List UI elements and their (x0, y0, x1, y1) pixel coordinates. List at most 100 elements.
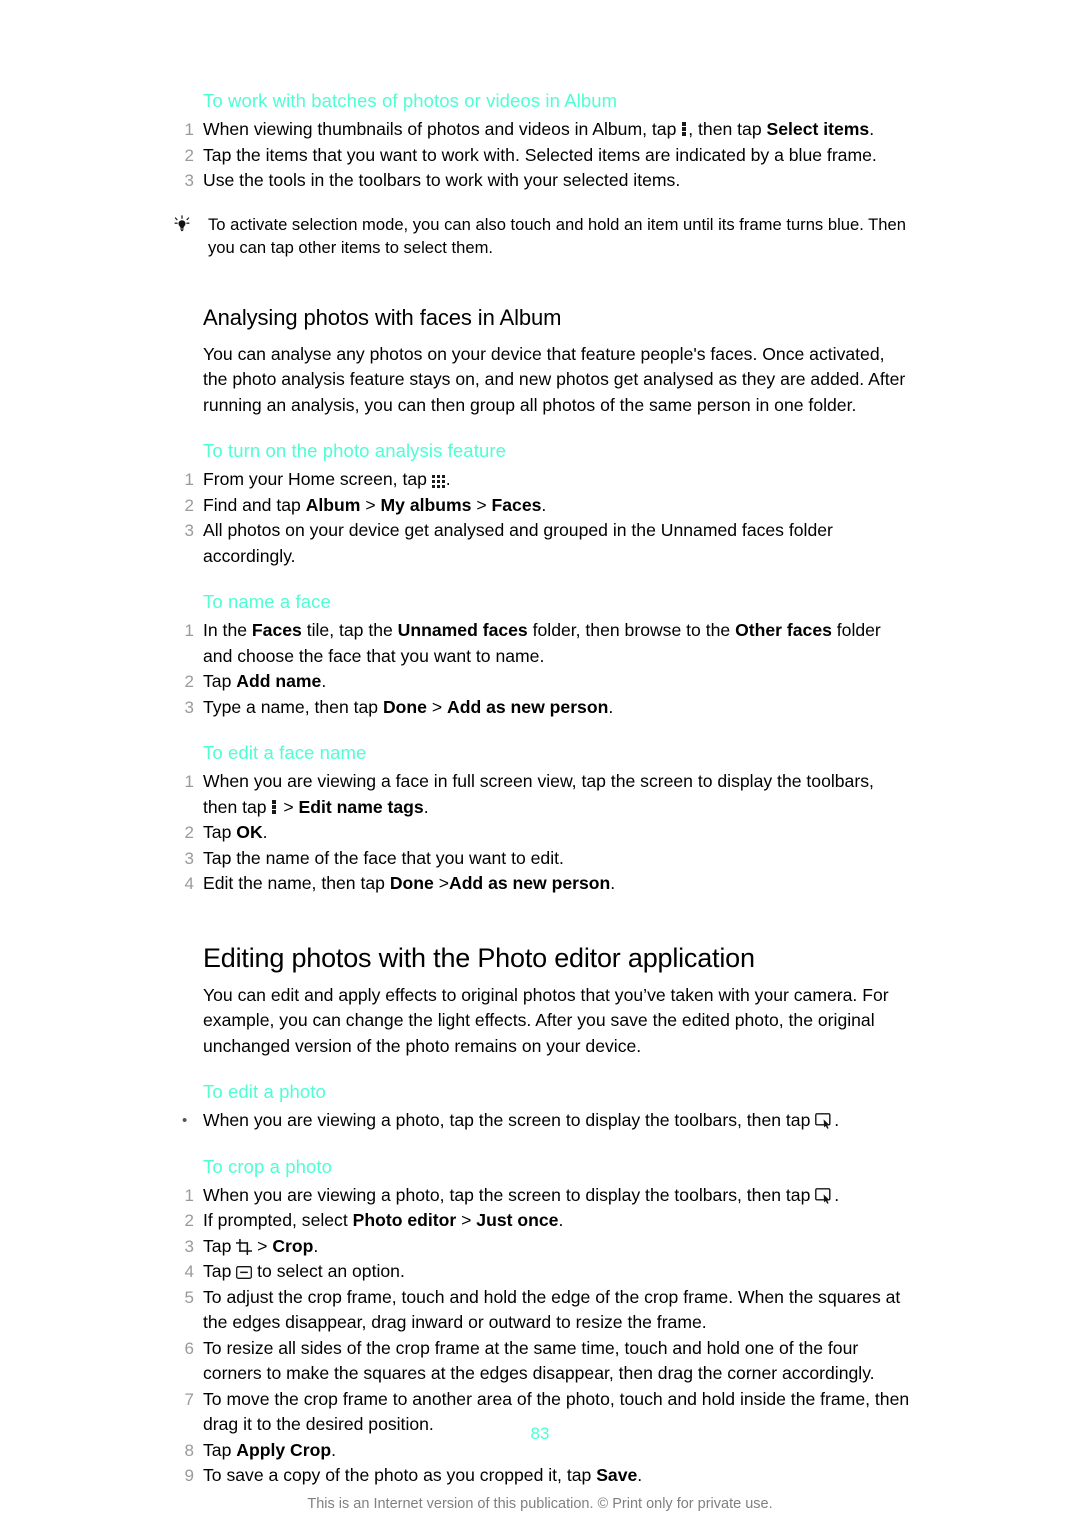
photo-edit-icon (815, 1186, 834, 1204)
list-item-text: When you are viewing a face in full scre… (203, 771, 874, 817)
footer-note: This is an Internet version of this publ… (307, 1496, 773, 1512)
list-item: 1 From your Home screen, tap . (170, 467, 910, 493)
list-number: 2 (184, 672, 194, 691)
subheading-turn-on-photo-analysis: To turn on the photo analysis feature (203, 440, 506, 461)
option-button-icon (236, 1261, 253, 1279)
paragraph-analysing-intro: You can analyse any photos on your devic… (203, 343, 906, 415)
list-item-text: To adjust the crop frame, touch and hold… (203, 1286, 901, 1333)
list-item-text: Tap OK. (203, 822, 268, 842)
list-number: 2 (184, 1211, 194, 1230)
list-item: 1 In the Faces tile, tap the Unnamed face… (170, 618, 910, 669)
list-number: 3 (184, 171, 194, 190)
list-item: 5 To adjust the crop frame, touch and hol… (170, 1285, 910, 1336)
steps-name-a-face: 1 In the Faces tile, tap the Unnamed face… (170, 618, 910, 720)
list-number: 1 (184, 772, 194, 791)
list-item-text: If prompted, select Photo editor > Just … (203, 1210, 564, 1230)
list-item-text: Tap the items that you want to work with… (203, 144, 877, 165)
photo-edit-icon (815, 1111, 834, 1129)
emphasised-ui-label: Add as new person (448, 873, 611, 893)
emphasised-ui-label: Add name (236, 671, 322, 691)
list-item: 4 Edit the name, then tap Done >Add as ne… (170, 871, 910, 897)
list-item-text: From your Home screen, tap . (203, 469, 451, 489)
list-item-text: When you are viewing a photo, tap the sc… (203, 1184, 840, 1205)
page-content: To work with batches of photos or videos… (170, 88, 910, 1489)
list-number: 4 (184, 1262, 194, 1281)
emphasised-ui-label: Done (389, 873, 434, 893)
list-item: 6 To resize all sides of the crop frame a… (170, 1336, 910, 1387)
list-item: 3 Tap the name of the face that you want … (170, 846, 910, 872)
list-number: 2 (184, 495, 194, 515)
steps-edit-a-face-name: 1 When you are viewing a face in full scr… (170, 769, 910, 897)
list-item: 2 Tap OK. (170, 820, 910, 846)
emphasised-ui-label: Photo editor (352, 1210, 457, 1230)
list-item-text: When viewing thumbnails of photos and vi… (203, 119, 875, 139)
steps-turn-on-photo-analysis: 1 From your Home screen, tap . 2 Find and t… (170, 467, 910, 569)
list-item-text: Tap > Crop. (203, 1235, 319, 1256)
list-item: 9 To save a copy of the photo as you crop… (170, 1463, 910, 1489)
emphasised-ui-label: OK (236, 822, 263, 842)
emphasised-ui-label: Faces (251, 620, 302, 640)
list-number: 3 (184, 697, 194, 717)
list-number: 1 (184, 470, 194, 489)
emphasised-ui-label: Save (596, 1465, 638, 1485)
emphasised-ui-label: Done (382, 696, 427, 717)
app-grid-icon (431, 474, 446, 488)
list-number: 1 (184, 120, 194, 139)
steps-work-with-batches: 1 When viewing thumbnails of photos and v… (170, 117, 910, 194)
list-item: 2 Tap the items that you want to work wit… (170, 143, 910, 169)
list-item-text: Edit the name, then tap Done >Add as new… (203, 873, 616, 893)
emphasised-ui-label: Just once (476, 1210, 559, 1230)
emphasised-ui-label: Unnamed faces (397, 620, 528, 640)
list-item-text: Type a name, then tap Done > Add as new … (203, 696, 614, 717)
emphasised-ui-label: Add as new person (447, 696, 609, 717)
list-number: 3 (184, 521, 194, 540)
list-item: 3 Tap > Crop. (170, 1234, 910, 1260)
list-item-text: All photos on your device get analysed a… (203, 520, 833, 566)
steps-edit-a-photo: • When you are viewing a photo, tap the s… (170, 1108, 910, 1134)
list-item: 4 Tap to select an option. (170, 1259, 910, 1285)
emphasised-ui-label: My albums (380, 494, 472, 515)
list-number: 2 (184, 823, 194, 842)
crop-tool-icon (236, 1237, 253, 1255)
list-item: 1 When you are viewing a photo, tap the s… (170, 1183, 910, 1209)
tip-text: To activate selection mode, you can also… (208, 214, 906, 257)
emphasised-ui-label: Other faces (735, 620, 832, 640)
list-number: 2 (184, 145, 194, 165)
subheading-edit-a-photo: To edit a photo (203, 1081, 326, 1102)
list-item-text: To resize all sides of the crop frame at… (203, 1337, 875, 1384)
list-number: 3 (184, 1236, 194, 1256)
emphasised-ui-label: Album (305, 494, 361, 515)
list-item: 1 When you are viewing a face in full scr… (170, 769, 910, 820)
list-item-text: In the Faces tile, tap the Unnamed faces… (203, 620, 881, 666)
heading-photo-editor-application: Editing photos with the Photo editor app… (203, 942, 755, 973)
list-number: 6 (184, 1338, 194, 1358)
document-page: To work with batches of photos or videos… (0, 0, 1080, 1527)
list-item: 3 All photos on your device get analysed … (170, 518, 910, 569)
paragraph-photo-editor-intro: You can edit and apply effects to origin… (203, 984, 889, 1056)
emphasised-ui-label: Edit name tags (298, 796, 424, 817)
list-number: 1 (184, 1185, 194, 1205)
overflow-menu-icon (271, 799, 278, 815)
list-item: • When you are viewing a photo, tap the s… (170, 1108, 910, 1134)
list-item: 3 Use the tools in the toolbars to work w… (170, 168, 910, 194)
subheading-crop-a-photo: To crop a photo (203, 1155, 333, 1177)
tip-selection-mode: To activate selection mode, you can also… (170, 213, 910, 259)
list-item: 3 Type a name, then tap Done > Add as new… (170, 695, 910, 721)
list-item: 2 If prompted, select Photo editor > Just… (170, 1208, 910, 1234)
list-item-text: To save a copy of the photo as you cropp… (203, 1465, 643, 1485)
overflow-menu-icon (681, 122, 688, 137)
subheading-name-a-face: To name a face (203, 591, 331, 612)
list-item: 2 Tap Add name. (170, 669, 910, 695)
emphasised-ui-label: Crop (272, 1235, 314, 1256)
list-number: 4 (184, 874, 194, 893)
list-item-text: Tap the name of the face that you want t… (203, 847, 564, 868)
emphasised-ui-label: Faces (491, 494, 542, 515)
list-number: 5 (184, 1287, 194, 1307)
subheading-work-with-batches: To work with batches of photos or videos… (203, 90, 618, 111)
page-number: 83 (530, 1424, 550, 1443)
list-item-text: Tap Add name. (203, 671, 327, 691)
heading-analysing-photos: Analysing photos with faces in Album (203, 304, 562, 330)
list-number: 3 (184, 848, 194, 868)
list-item: 1 When viewing thumbnails of photos and v… (170, 117, 910, 143)
list-number: 1 (184, 621, 194, 640)
